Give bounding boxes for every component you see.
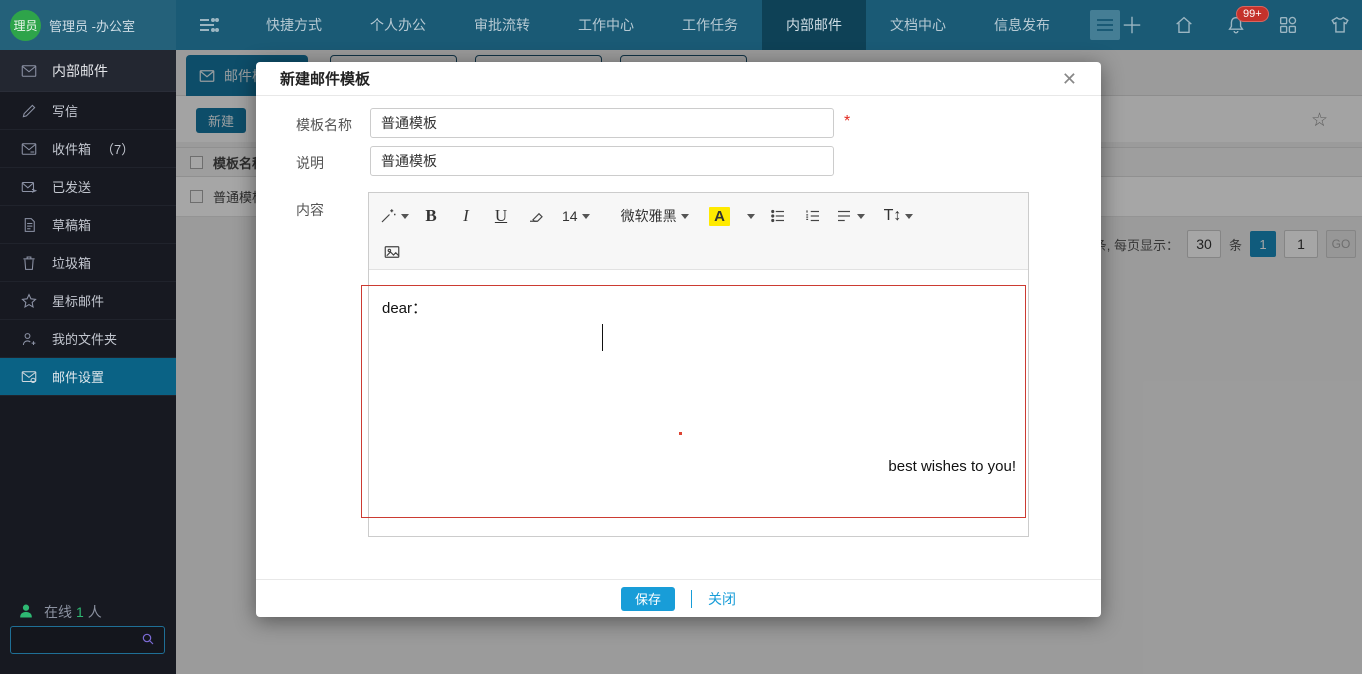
font-color-button[interactable]: A — [707, 203, 733, 229]
closing-text: best wishes to you! — [888, 458, 1016, 475]
bullet-list-button[interactable] — [765, 203, 791, 229]
text-cursor — [602, 324, 603, 351]
online-count: 1 — [76, 604, 84, 620]
nav-item-personal-office[interactable]: 个人办公 — [346, 0, 450, 50]
magic-wand-button[interactable] — [379, 203, 409, 229]
caret-down-icon — [857, 214, 865, 219]
description-input[interactable] — [370, 146, 834, 176]
caret-down-icon — [747, 214, 755, 219]
caret-down-icon — [905, 214, 913, 219]
content-label: 内容 — [296, 200, 324, 220]
user-name: 管理员 -办公室 — [49, 16, 135, 35]
apps-grid-button[interactable] — [1276, 13, 1300, 37]
close-button[interactable]: 关闭 — [708, 589, 736, 609]
online-status: 在线 1 人 — [0, 602, 176, 622]
star-icon — [20, 292, 38, 310]
template-name-input[interactable] — [370, 108, 834, 138]
caret-down-icon — [681, 214, 689, 219]
caret-down-icon — [401, 214, 409, 219]
description-label: 说明 — [296, 153, 324, 173]
font-size-select[interactable]: 14 — [558, 203, 594, 229]
greeting-text: dear： — [382, 297, 427, 318]
save-button[interactable]: 保存 — [621, 587, 675, 611]
pencil-icon — [20, 102, 38, 120]
template-border-box: dear： best wishes to you! — [361, 285, 1026, 518]
sidebar-module-title: 内部邮件 — [0, 50, 176, 92]
editor-toolbar: B I U 14 微软雅黑 A — [369, 193, 1028, 270]
insert-image-button[interactable] — [379, 239, 405, 265]
theme-button[interactable] — [1328, 13, 1352, 37]
close-icon[interactable]: ✕ — [1062, 70, 1077, 88]
remove-format-button[interactable] — [523, 203, 549, 229]
sidebar-item-starred[interactable]: 星标邮件 — [0, 282, 176, 320]
line-height-button[interactable]: T↕ — [884, 203, 914, 229]
online-user-icon — [18, 603, 34, 622]
font-family-select[interactable]: 微软雅黑 — [617, 203, 693, 229]
inbox-icon — [20, 140, 38, 158]
sidebar-item-mail-settings[interactable]: 邮件设置 — [0, 358, 176, 396]
notification-badge: 99+ — [1236, 6, 1269, 22]
nav-item-internal-mail[interactable]: 内部邮件 — [762, 0, 866, 50]
sidebar-item-inbox[interactable]: 收件箱 （7） — [0, 130, 176, 168]
sidebar-search-input[interactable] — [11, 633, 140, 648]
avatar[interactable]: 理员 — [10, 10, 41, 41]
font-color-caret[interactable] — [742, 203, 756, 229]
editor-content-area[interactable]: dear： best wishes to you! — [369, 270, 1028, 536]
sidebar-search[interactable] — [10, 626, 165, 654]
nav-item-work-center[interactable]: 工作中心 — [554, 0, 658, 50]
home-button[interactable] — [1172, 13, 1196, 37]
more-menu-button[interactable] — [1090, 10, 1120, 40]
footer-divider — [691, 590, 692, 608]
sidebar-item-my-folders[interactable]: 我的文件夹 — [0, 320, 176, 358]
caret-down-icon — [582, 214, 590, 219]
nav-item-work-tasks[interactable]: 工作任务 — [658, 0, 762, 50]
italic-button[interactable]: I — [453, 203, 479, 229]
main-menu: 快捷方式 个人办公 审批流转 工作中心 工作任务 内部邮件 文档中心 信息发布 — [242, 0, 1074, 50]
dialog-header: 新建邮件模板 ✕ — [256, 62, 1101, 96]
nav-item-info-publish[interactable]: 信息发布 — [970, 0, 1074, 50]
underline-button[interactable]: U — [488, 203, 514, 229]
sidebar-item-sent[interactable]: 已发送 — [0, 168, 176, 206]
hamburger-icon — [1097, 16, 1113, 34]
sidebar: 内部邮件 写信 收件箱 （7） 已发送 草稿箱 — [0, 50, 176, 674]
sent-mail-icon — [20, 178, 38, 196]
bold-button[interactable]: B — [418, 203, 444, 229]
required-asterisk: * — [844, 113, 850, 131]
numbered-list-button[interactable] — [800, 203, 826, 229]
align-button[interactable] — [835, 203, 865, 229]
notifications-button[interactable]: 99+ — [1224, 13, 1248, 37]
user-area[interactable]: 理员 管理员 -办公室 — [0, 0, 176, 50]
person-folder-icon — [20, 330, 38, 348]
dialog-footer: 保存 关闭 — [256, 579, 1101, 617]
inbox-unread-count: （7） — [101, 139, 134, 158]
new-mail-template-dialog: 新建邮件模板 ✕ 模板名称 * 说明 内容 B I U — [256, 62, 1101, 617]
template-name-label: 模板名称 — [296, 115, 352, 135]
collapse-menu-icon — [196, 13, 220, 37]
add-button[interactable] — [1120, 13, 1144, 37]
nav-item-shortcuts[interactable]: 快捷方式 — [242, 0, 346, 50]
mail-settings-icon — [20, 368, 38, 386]
nav-item-approval-flow[interactable]: 审批流转 — [450, 0, 554, 50]
stray-dot — [679, 432, 682, 435]
app-window: 理员 管理员 -办公室 快捷方式 个人办公 审批流转 工作中心 工作任务 内部邮… — [0, 0, 1362, 674]
sidebar-collapse-button[interactable] — [176, 0, 242, 50]
rich-text-editor: B I U 14 微软雅黑 A — [368, 192, 1029, 537]
draft-icon — [20, 216, 38, 234]
nav-item-document-center[interactable]: 文档中心 — [866, 0, 970, 50]
sidebar-item-drafts[interactable]: 草稿箱 — [0, 206, 176, 244]
navbar-actions: 99+ — [1120, 0, 1362, 50]
search-icon[interactable] — [140, 631, 156, 650]
trash-icon — [20, 254, 38, 272]
top-navbar: 理员 管理员 -办公室 快捷方式 个人办公 审批流转 工作中心 工作任务 内部邮… — [0, 0, 1362, 50]
sidebar-item-trash[interactable]: 垃圾箱 — [0, 244, 176, 282]
mail-icon — [20, 62, 38, 80]
dialog-title: 新建邮件模板 — [280, 68, 370, 89]
sidebar-item-compose[interactable]: 写信 — [0, 92, 176, 130]
